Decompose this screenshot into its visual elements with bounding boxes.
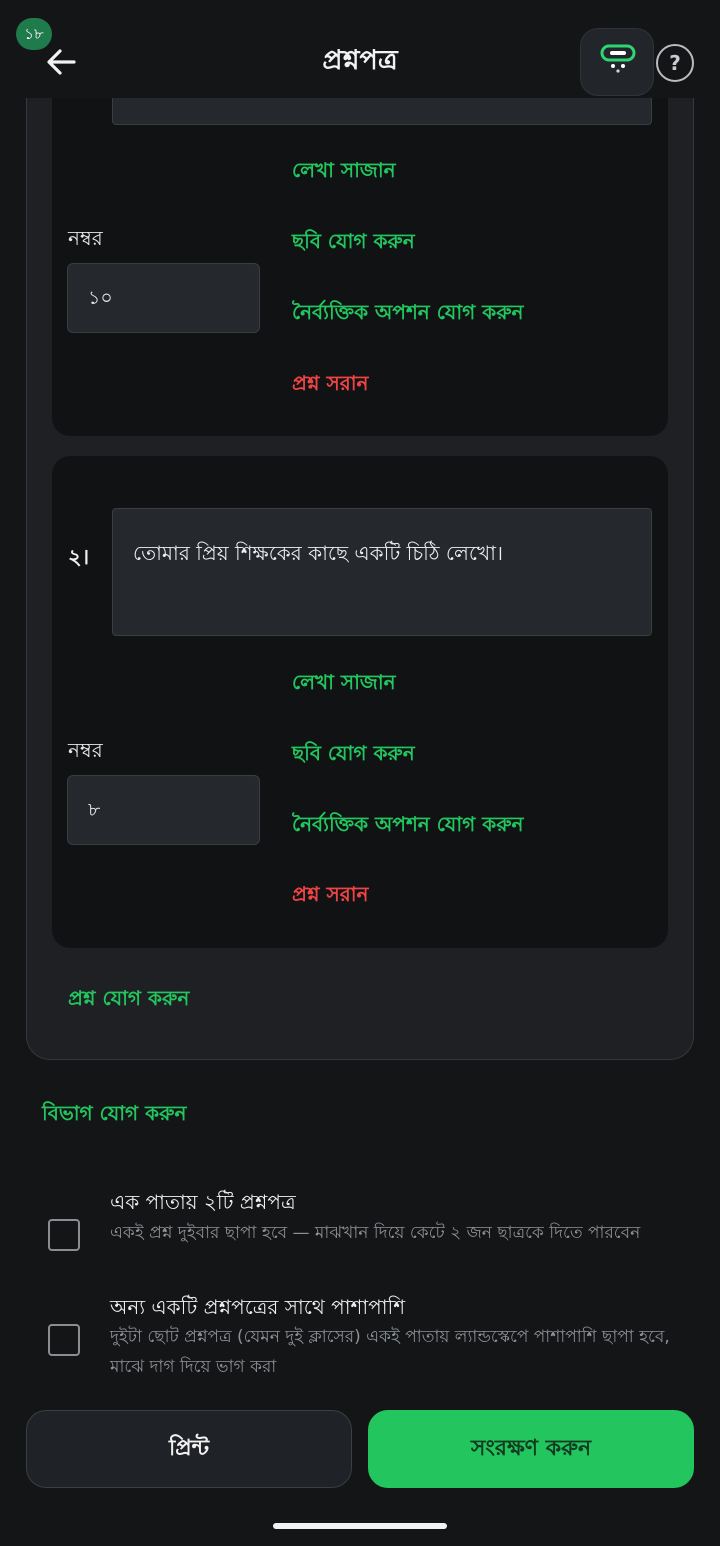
- format-text-link-2[interactable]: লেখা সাজান: [292, 668, 396, 701]
- add-question-link[interactable]: প্রশ্ন যোগ করুন: [68, 984, 189, 1017]
- save-button[interactable]: সংরক্ষণ করুন: [368, 1410, 694, 1488]
- two-per-page-title: এক পাতায় ২টি প্রশ্নপত্র: [110, 1190, 296, 1214]
- help-icon[interactable]: ?: [656, 44, 694, 82]
- badge-tool-button[interactable]: [580, 28, 654, 96]
- format-text-link-1[interactable]: লেখা সাজান: [292, 156, 396, 189]
- home-indicator: [273, 1523, 447, 1529]
- two-per-page-description: একই প্রশ্ন দুইবার ছাপা হবে — মাঝখান দিয়…: [110, 1223, 641, 1243]
- add-mcq-option-link-2[interactable]: নৈর্ব্যক্তিক অপশন যোগ করুন: [292, 810, 523, 843]
- print-button[interactable]: প্রিন্ট: [26, 1410, 352, 1488]
- marks-label-2: নম্বর: [68, 738, 103, 762]
- add-image-link-1[interactable]: ছবি যোগ করুন: [292, 227, 415, 260]
- marks-label-1: নম্বর: [68, 226, 103, 250]
- add-mcq-option-link-1[interactable]: নৈর্ব্যক্তিক অপশন যোগ করুন: [292, 298, 523, 331]
- side-by-side-description: দুইটা ছোট প্রশ্নপত্র (যেমন দুই ক্লাসের) …: [110, 1327, 670, 1377]
- badge-tool-icon: [600, 44, 636, 73]
- two-per-page-checkbox[interactable]: [48, 1219, 80, 1251]
- remove-question-link-1[interactable]: প্রশ্ন সরান: [292, 369, 368, 402]
- question-2-text-field[interactable]: তোমার প্রিয় শিক্ষকের কাছে একটি চিঠি লেখ…: [112, 508, 652, 636]
- marks-input-1[interactable]: ১০: [67, 263, 260, 333]
- remove-question-link-2[interactable]: প্রশ্ন সরান: [292, 880, 368, 913]
- add-section-link[interactable]: বিভাগ যোগ করুন: [42, 1099, 186, 1132]
- question-number-2: ২।: [68, 545, 90, 569]
- side-by-side-checkbox[interactable]: [48, 1324, 80, 1356]
- marks-input-2[interactable]: ৮: [67, 775, 260, 845]
- add-image-link-2[interactable]: ছবি যোগ করুন: [292, 739, 415, 772]
